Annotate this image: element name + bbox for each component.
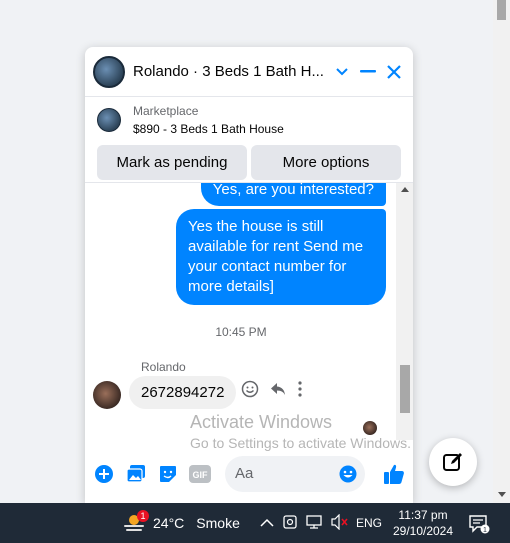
minimize-icon[interactable]: [357, 61, 379, 83]
emoji-icon[interactable]: [339, 465, 357, 488]
clock[interactable]: 11:37 pm 29/10/2024: [390, 507, 456, 539]
notification-center-icon[interactable]: 1: [468, 514, 490, 537]
listing-thumbnail: [97, 108, 121, 132]
chat-window: Rolando · 3 Beds 1 Bath H... Marketplace…: [85, 47, 413, 503]
thumbs-up-icon[interactable]: [383, 463, 405, 485]
listing-source: Marketplace: [133, 104, 199, 118]
reply-icon[interactable]: [269, 380, 287, 403]
chevron-down-icon[interactable]: [331, 61, 353, 83]
outgoing-message[interactable]: Yes the house is still available for ren…: [176, 209, 386, 305]
weather-widget[interactable]: 1 24°C Smoke: [123, 503, 240, 543]
svg-text:GIF: GIF: [193, 470, 209, 480]
new-message-button[interactable]: [429, 438, 477, 486]
scroll-up-arrow-icon[interactable]: [401, 187, 409, 192]
message-thread[interactable]: Yes, are you interested? Yes the house i…: [85, 183, 413, 440]
chat-title[interactable]: Rolando · 3 Beds 1 Bath H...: [133, 63, 327, 80]
scroll-down-arrow-icon[interactable]: [498, 492, 506, 497]
read-receipt-avatar: [363, 421, 377, 435]
camera-icon[interactable]: [283, 514, 297, 533]
language-indicator[interactable]: ENG: [356, 516, 382, 530]
clock-time: 11:37 pm: [398, 508, 448, 522]
sticker-icon[interactable]: [157, 463, 179, 485]
message-actions: [241, 380, 303, 403]
mark-as-pending-button[interactable]: Mark as pending: [97, 145, 247, 180]
notification-count: 1: [483, 527, 487, 534]
weather-badge: 1: [137, 510, 149, 522]
incoming-message[interactable]: 2672894272: [129, 376, 237, 409]
close-icon[interactable]: [383, 61, 405, 83]
temperature: 24°C: [153, 515, 185, 531]
outgoing-message[interactable]: Yes, are you interested?: [200, 183, 386, 206]
thread-scrollbar-thumb[interactable]: [400, 365, 410, 413]
page-scrollbar[interactable]: [493, 0, 510, 503]
avatar[interactable]: [93, 55, 125, 88]
weather-condition: Smoke: [196, 515, 240, 531]
more-options-button[interactable]: More options: [251, 145, 401, 180]
compose-icon: [443, 453, 462, 471]
page-scrollbar-thumb[interactable]: [497, 0, 506, 20]
listing-title: $890 - 3 Beds 1 Bath House: [133, 122, 284, 136]
message-timestamp: 10:45 PM: [215, 325, 267, 339]
volume-muted-icon[interactable]: [331, 513, 349, 533]
message-composer: GIF: [85, 451, 413, 496]
windows-taskbar: 1 24°C Smoke ENG 11:37 pm 29/10/2024 1: [0, 503, 510, 543]
thread-scrollbar[interactable]: [396, 183, 413, 440]
sender-name: Rolando: [141, 360, 186, 374]
chevron-up-icon[interactable]: [260, 516, 274, 531]
system-tray: [260, 503, 349, 543]
listing-actions: Mark as pending More options: [85, 143, 413, 183]
plus-circle-icon[interactable]: [93, 463, 115, 485]
message-input-container[interactable]: [225, 455, 365, 492]
more-vertical-icon[interactable]: [297, 380, 303, 403]
weather-haze-icon: 1: [123, 510, 149, 534]
network-icon[interactable]: [306, 514, 322, 533]
marketplace-listing[interactable]: Marketplace $890 - 3 Beds 1 Bath House: [85, 97, 413, 143]
sender-avatar[interactable]: [93, 381, 121, 409]
react-emoji-icon[interactable]: [241, 380, 259, 403]
chat-header[interactable]: Rolando · 3 Beds 1 Bath H...: [85, 47, 413, 97]
clock-date: 29/10/2024: [392, 524, 454, 538]
message-input[interactable]: [235, 465, 335, 482]
gif-icon[interactable]: GIF: [189, 463, 211, 485]
photo-icon[interactable]: [125, 463, 147, 485]
